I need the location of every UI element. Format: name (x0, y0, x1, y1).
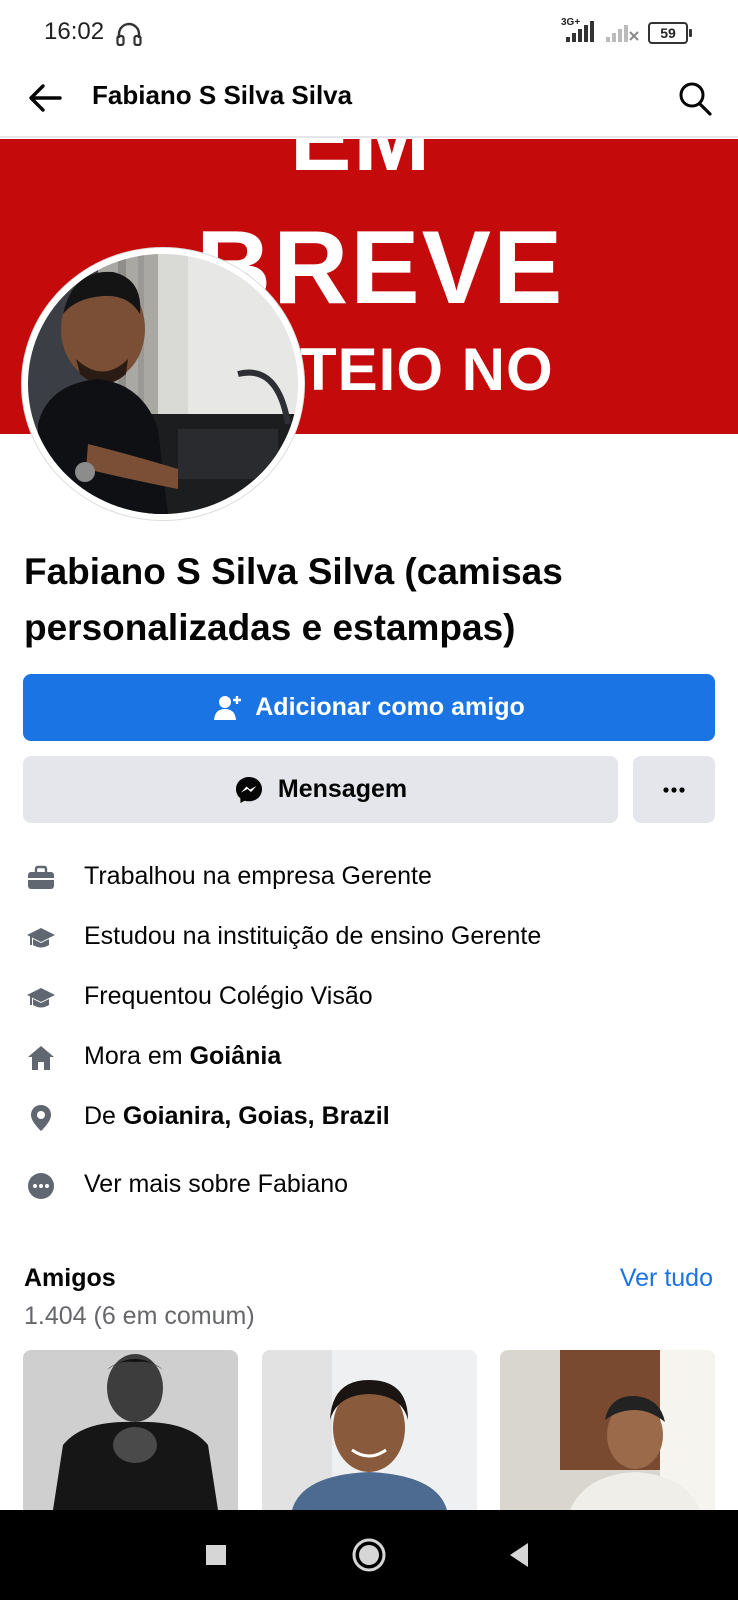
info-education: Estudou na instituição de ensino Gerente (0, 915, 738, 959)
info-from-text: De Goianira, Goias, Brazil (84, 1102, 390, 1130)
info-work: Trabalhou na empresa Gerente (0, 855, 738, 899)
friend-card[interactable] (500, 1350, 715, 1510)
more-dots-icon (663, 786, 685, 793)
add-friend-label: Adicionar como amigo (255, 693, 525, 721)
system-navigation-bar (0, 1510, 738, 1600)
top-nav: Fabiano S Silva Silva (0, 64, 738, 138)
info-lives-in-text: Mora em Goiânia (84, 1042, 282, 1070)
friends-section-title: Amigos (24, 1264, 116, 1292)
message-button[interactable]: Mensagem (23, 756, 618, 823)
recent-apps-icon[interactable] (195, 1534, 237, 1576)
no-signal-icon (606, 25, 639, 42)
back-button-icon[interactable] (498, 1534, 540, 1576)
info-lives-in: Mora em Goiânia (0, 1035, 738, 1079)
more-options-button[interactable] (633, 756, 715, 823)
page-title: Fabiano S Silva Silva (92, 80, 353, 110)
graduation-cap-icon (27, 988, 55, 1008)
home-icon (28, 1046, 54, 1070)
info-from: De Goianira, Goias, Brazil (0, 1095, 738, 1139)
add-friend-icon (214, 695, 242, 720)
cover-text-line: TEIO NO (300, 336, 554, 403)
message-label: Mensagem (277, 775, 408, 803)
add-friend-button[interactable]: Adicionar como amigo (23, 674, 715, 741)
status-time: 16:02 (44, 18, 105, 45)
status-bar: 16:02 3G+ 59 (0, 0, 738, 64)
friend-photo (500, 1350, 715, 1510)
friends-count: 1.404 (6 em comum) (24, 1302, 255, 1330)
briefcase-icon (28, 865, 54, 889)
info-lives-in-city: Goiânia (189, 1042, 282, 1070)
friend-photo (262, 1350, 477, 1510)
friend-photo (23, 1350, 238, 1510)
info-education-text: Estudou na instituição de ensino Gerente (84, 922, 542, 950)
see-more-about-link[interactable]: Ver mais sobre Fabiano (84, 1170, 348, 1199)
profile-avatar[interactable] (22, 248, 304, 520)
info-work-text: Trabalhou na empresa Gerente (84, 862, 432, 890)
signal-icon (566, 21, 594, 42)
info-school-text: Frequentou Colégio Visão (84, 982, 373, 1010)
home-button-icon[interactable] (348, 1534, 390, 1576)
search-icon[interactable] (676, 78, 714, 118)
avatar-photo (28, 254, 298, 514)
battery-icon: 59 (648, 22, 692, 44)
back-arrow-icon[interactable] (26, 78, 66, 118)
friend-card[interactable] (23, 1350, 238, 1510)
cover-text-line: EM (290, 139, 432, 190)
headset-icon (116, 22, 142, 46)
friend-card[interactable] (262, 1350, 477, 1510)
info-see-more[interactable]: Ver mais sobre Fabiano (0, 1163, 738, 1207)
location-pin-icon (31, 1105, 51, 1131)
info-school: Frequentou Colégio Visão (0, 975, 738, 1019)
see-all-friends-link[interactable]: Ver tudo (620, 1264, 713, 1293)
info-from-place: Goianira, Goias, Brazil (122, 1102, 390, 1130)
messenger-icon (235, 776, 262, 803)
graduation-cap-icon (27, 928, 55, 948)
more-circle-icon (28, 1173, 54, 1199)
profile-name: Fabiano S Silva Silva (camisas personali… (24, 551, 563, 648)
